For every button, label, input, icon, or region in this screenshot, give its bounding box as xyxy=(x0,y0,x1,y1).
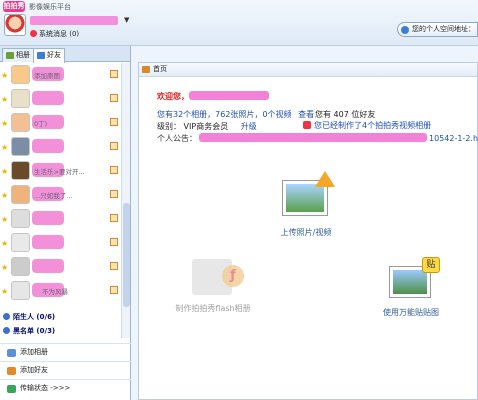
star-icon: ★ xyxy=(1,287,9,296)
add-friend-icon xyxy=(7,367,16,375)
home-icon[interactable] xyxy=(110,262,118,270)
level-line: 级别： VIP商务会员 升级 xyxy=(157,122,257,131)
video-icon xyxy=(303,121,311,129)
globe-icon xyxy=(401,26,409,34)
home-icon[interactable] xyxy=(110,190,118,198)
avatar xyxy=(11,113,30,132)
friend-item[interactable]: ★ 生活乐>要对开... xyxy=(0,159,120,183)
friend-item[interactable]: ★ xyxy=(0,87,120,111)
scrollbar-thumb[interactable] xyxy=(123,203,130,307)
friend-item[interactable]: ★ xyxy=(0,255,120,279)
group-expand-icon xyxy=(3,313,10,320)
friend-list: ★ 添加原图 ★ ★ 0丁) ★ ★ 生活乐>要对开... ★ ...只如我了... ★… xyxy=(0,63,120,303)
paste-badge-icon: 贴 xyxy=(422,257,440,273)
upload-icon xyxy=(283,171,335,219)
star-icon: ★ xyxy=(1,95,9,104)
star-icon: ★ xyxy=(1,167,9,176)
upload-photo-video-button[interactable]: 上传照片/视频 xyxy=(261,171,351,238)
message-icon xyxy=(30,30,37,37)
make-flash-album-button[interactable]: ƒ 制作拍拍秀flash相册 xyxy=(153,259,273,314)
home-icon[interactable] xyxy=(110,166,118,174)
group-expand-icon xyxy=(3,327,10,334)
friend-item[interactable]: ★ ...只如我了... xyxy=(0,183,120,207)
notice-line: 个人公告：10542-1-2.html xyxy=(157,133,478,144)
flash-icon: ƒ xyxy=(222,265,244,287)
sidebar: 相册 好友 ★ 添加原图 ★ ★ 0丁) ★ ★ 生活乐>要对开... ★ ...只如我… xyxy=(0,46,131,400)
use-paste-image-button[interactable]: 贴 使用万能贴贴图 xyxy=(361,257,461,318)
view-link[interactable]: 查看 xyxy=(298,110,314,119)
personal-space-address[interactable]: 您的个人空间地址： xyxy=(397,22,478,37)
album-icon xyxy=(6,52,14,59)
home-icon[interactable] xyxy=(110,286,118,294)
star-icon: ★ xyxy=(1,239,9,248)
arrow-up-icon xyxy=(315,171,335,187)
friend-list-scrollbar[interactable] xyxy=(121,63,130,338)
avatar xyxy=(11,209,30,228)
breadcrumb-home[interactable]: 首页 xyxy=(153,65,167,73)
star-icon: ★ xyxy=(1,215,9,224)
friend-item[interactable]: ★ xyxy=(0,207,120,231)
user-menu-chevron-down-icon[interactable]: ▼ xyxy=(124,16,129,24)
main-panel: 首页 欢迎您， 您有32个相册，762张照片，0个视频 查看 您有 407 位好… xyxy=(138,62,478,400)
welcome-line: 欢迎您， xyxy=(157,91,269,102)
paste-image-icon: 贴 xyxy=(390,257,440,299)
home-icon xyxy=(142,66,150,73)
sidebar-actions: 添加相册 添加好友 传输状态 ->>> xyxy=(0,343,131,397)
home-icon[interactable] xyxy=(110,238,118,246)
app-subtitle: 影像娱乐平台 xyxy=(29,3,71,11)
app-logo: 拍拍秀 xyxy=(3,1,25,12)
star-icon: ★ xyxy=(1,71,9,80)
friend-item[interactable]: ★ 添加原图 xyxy=(0,63,120,87)
avatar xyxy=(11,137,30,156)
friends-icon xyxy=(37,52,45,59)
avatar xyxy=(11,161,30,180)
friend-item[interactable]: ★ xyxy=(0,135,120,159)
user-avatar[interactable] xyxy=(4,14,26,36)
sidebar-tabs: 相册 好友 xyxy=(0,46,130,63)
app-header: 拍拍秀 影像娱乐平台 ▼ 系统消息 (0) 您的个人空间地址： xyxy=(0,0,478,46)
friend-item[interactable]: ★ 0丁) xyxy=(0,111,120,135)
add-album-icon xyxy=(7,349,16,357)
upgrade-link[interactable]: 升级 xyxy=(241,122,257,131)
made-video-line[interactable]: 您已经制作了4个拍拍秀视频相册 xyxy=(303,120,431,131)
home-icon[interactable] xyxy=(110,70,118,78)
star-icon: ★ xyxy=(1,191,9,200)
add-album-button[interactable]: 添加相册 xyxy=(0,343,131,361)
system-message-link[interactable]: 系统消息 (0) xyxy=(30,29,79,39)
friends-count: 您有 407 位好友 xyxy=(315,110,376,119)
add-friend-button[interactable]: 添加好友 xyxy=(0,361,131,379)
user-name-blurred[interactable] xyxy=(30,16,118,25)
avatar xyxy=(11,65,30,84)
star-icon: ★ xyxy=(1,119,9,128)
home-icon[interactable] xyxy=(110,118,118,126)
notice-url-link[interactable]: 10542-1-2.html xyxy=(429,134,478,143)
group-strangers[interactable]: 陌生人 (0/6) xyxy=(3,312,55,322)
friend-item[interactable]: ★ 不为风暴 xyxy=(0,279,120,303)
avatar xyxy=(11,89,30,108)
friend-item[interactable]: ★ xyxy=(0,231,120,255)
avatar xyxy=(11,257,30,276)
star-icon: ★ xyxy=(1,143,9,152)
avatar xyxy=(11,281,30,300)
home-icon[interactable] xyxy=(110,94,118,102)
transfer-icon xyxy=(7,385,16,393)
avatar xyxy=(11,185,30,204)
avatar xyxy=(11,233,30,252)
stats-line: 您有32个相册，762张照片，0个视频 查看 xyxy=(157,110,315,119)
star-icon: ★ xyxy=(1,263,9,272)
breadcrumb: 首页 xyxy=(139,63,477,77)
home-icon[interactable] xyxy=(110,214,118,222)
home-icon[interactable] xyxy=(110,142,118,150)
flash-film-icon: ƒ xyxy=(192,259,244,295)
transfer-status-button[interactable]: 传输状态 ->>> xyxy=(0,379,131,397)
tab-friends[interactable]: 好友 xyxy=(33,48,65,63)
tab-albums[interactable]: 相册 xyxy=(2,48,34,62)
group-blacklist[interactable]: 黑名单 (0/3) xyxy=(3,326,55,336)
